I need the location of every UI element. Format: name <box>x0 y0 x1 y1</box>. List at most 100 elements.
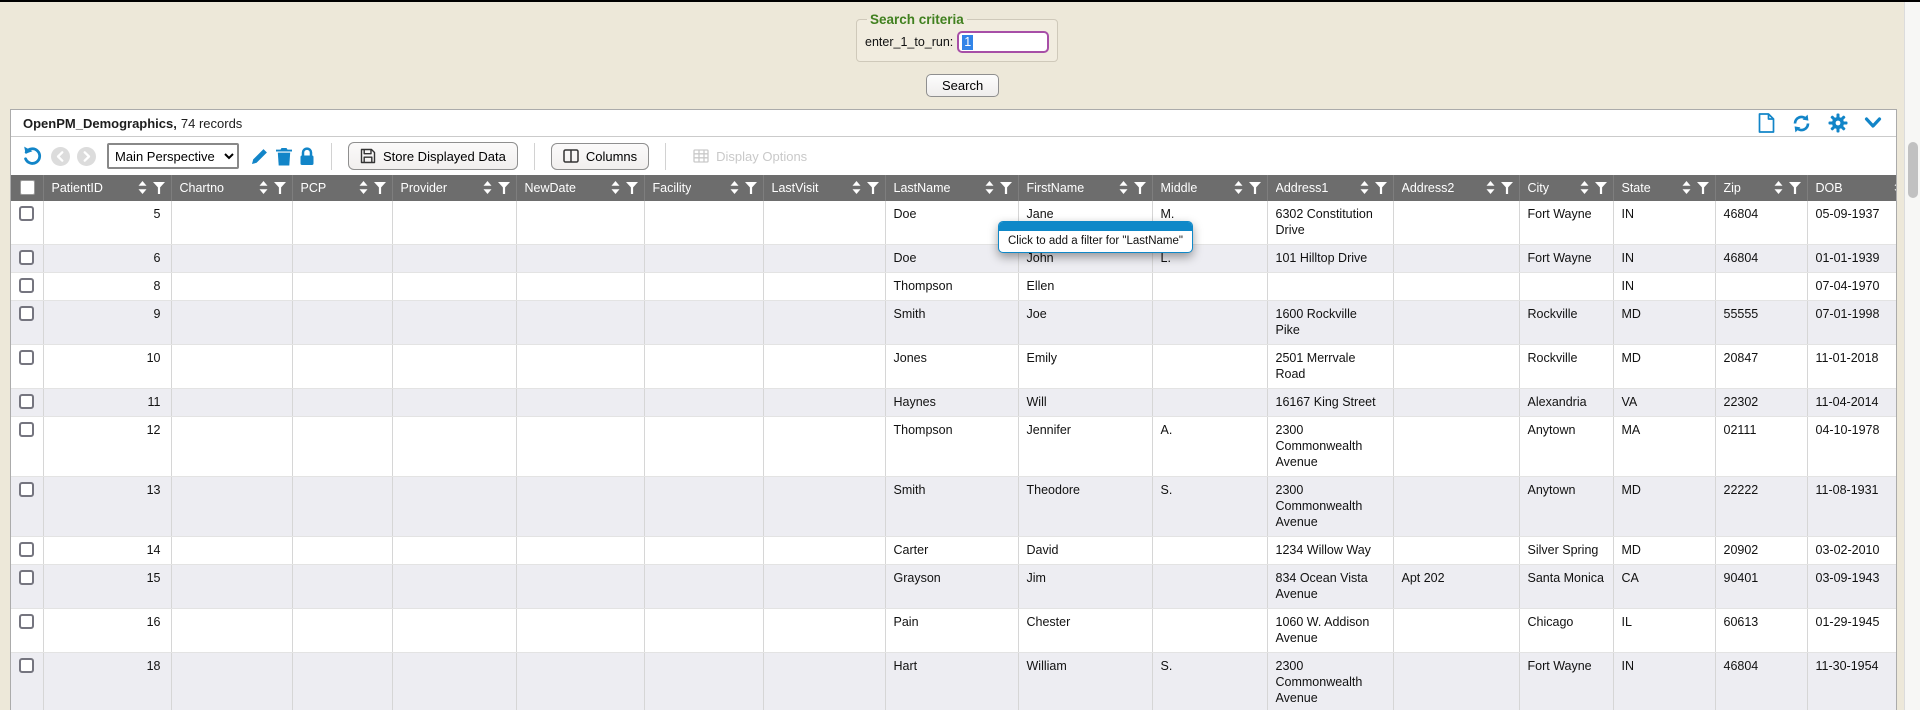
filter-funnel-icon[interactable] <box>867 182 879 194</box>
cell-address1[interactable]: 16167 King Street <box>1267 389 1393 417</box>
store-displayed-data-button[interactable]: Store Displayed Data <box>348 142 518 170</box>
cell-city[interactable]: Chicago <box>1519 609 1613 653</box>
cell-address2[interactable] <box>1393 345 1519 389</box>
cell-patientid[interactable]: 9 <box>43 301 171 345</box>
cell-address1[interactable]: 2300 Commonwealth Avenue <box>1267 653 1393 710</box>
scrollbar-thumb[interactable] <box>1908 142 1918 198</box>
filter-funnel-icon[interactable] <box>626 182 638 194</box>
row-checkbox[interactable] <box>19 206 34 221</box>
row-select-cell[interactable] <box>11 389 43 417</box>
cell-pcp[interactable] <box>292 245 392 273</box>
cell-state[interactable]: IN <box>1613 653 1715 710</box>
cell-lastvisit[interactable] <box>763 389 885 417</box>
cell-newdate[interactable] <box>516 477 644 537</box>
cell-address1[interactable] <box>1267 273 1393 301</box>
cell-state[interactable]: MD <box>1613 345 1715 389</box>
cell-lastvisit[interactable] <box>763 537 885 565</box>
filter-funnel-icon[interactable] <box>745 182 757 194</box>
cell-provider[interactable] <box>392 245 516 273</box>
filter-funnel-icon[interactable] <box>1000 182 1012 194</box>
cell-dob[interactable]: 01-01-1939 <box>1807 245 1896 273</box>
cell-state[interactable]: CA <box>1613 565 1715 609</box>
cell-dob[interactable]: 03-02-2010 <box>1807 537 1896 565</box>
row-checkbox[interactable] <box>19 394 34 409</box>
cell-patientid[interactable]: 5 <box>43 201 171 245</box>
cell-zip[interactable]: 20902 <box>1715 537 1807 565</box>
columns-button[interactable]: Columns <box>551 143 649 170</box>
cell-address1[interactable]: 1600 Rockville Pike <box>1267 301 1393 345</box>
cell-facility[interactable] <box>644 201 763 245</box>
cell-state[interactable]: IN <box>1613 245 1715 273</box>
cell-chartno[interactable] <box>171 245 292 273</box>
cell-chartno[interactable] <box>171 477 292 537</box>
column-header-dob[interactable]: DOB <box>1807 175 1896 201</box>
perspective-select[interactable]: Main Perspective <box>107 143 239 169</box>
cell-dob[interactable]: 07-01-1998 <box>1807 301 1896 345</box>
cell-provider[interactable] <box>392 273 516 301</box>
collapse-chevron-icon[interactable] <box>1864 117 1882 129</box>
cell-provider[interactable] <box>392 565 516 609</box>
cell-lastname[interactable]: Jones <box>885 345 1018 389</box>
cell-address1[interactable]: 2300 Commonwealth Avenue <box>1267 477 1393 537</box>
row-select-cell[interactable] <box>11 477 43 537</box>
cell-patientid[interactable]: 6 <box>43 245 171 273</box>
cell-middle[interactable] <box>1152 609 1267 653</box>
cell-city[interactable]: Rockville <box>1519 345 1613 389</box>
cell-city[interactable]: Fort Wayne <box>1519 201 1613 245</box>
cell-city[interactable]: Anytown <box>1519 417 1613 477</box>
sort-icon[interactable] <box>611 181 620 194</box>
cell-lastvisit[interactable] <box>763 201 885 245</box>
column-header-address1[interactable]: Address1 <box>1267 175 1393 201</box>
sort-icon[interactable] <box>1486 181 1495 194</box>
cell-chartno[interactable] <box>171 273 292 301</box>
filter-funnel-icon[interactable] <box>1375 182 1387 194</box>
cell-chartno[interactable] <box>171 565 292 609</box>
cell-address1[interactable]: 1234 Willow Way <box>1267 537 1393 565</box>
cell-zip[interactable]: 46804 <box>1715 245 1807 273</box>
delete-trash-icon[interactable] <box>276 147 292 166</box>
cell-zip[interactable]: 22222 <box>1715 477 1807 537</box>
column-header-provider[interactable]: Provider <box>392 175 516 201</box>
cell-city[interactable]: Rockville <box>1519 301 1613 345</box>
sort-icon[interactable] <box>1774 181 1783 194</box>
cell-state[interactable]: MD <box>1613 301 1715 345</box>
cell-zip[interactable]: 55555 <box>1715 301 1807 345</box>
undo-icon[interactable] <box>21 145 44 167</box>
lock-icon[interactable] <box>299 147 315 166</box>
cell-firstname[interactable]: Will <box>1018 389 1152 417</box>
cell-facility[interactable] <box>644 301 763 345</box>
cell-address2[interactable] <box>1393 245 1519 273</box>
sort-icon[interactable] <box>1580 181 1589 194</box>
cell-provider[interactable] <box>392 301 516 345</box>
cell-firstname[interactable]: Chester <box>1018 609 1152 653</box>
cell-provider[interactable] <box>392 389 516 417</box>
row-checkbox[interactable] <box>19 350 34 365</box>
cell-middle[interactable] <box>1152 537 1267 565</box>
refresh-icon[interactable] <box>1791 114 1812 133</box>
cell-chartno[interactable] <box>171 201 292 245</box>
column-header-address2[interactable]: Address2 <box>1393 175 1519 201</box>
sort-icon[interactable] <box>359 181 368 194</box>
cell-zip[interactable]: 90401 <box>1715 565 1807 609</box>
cell-dob[interactable]: 07-04-1970 <box>1807 273 1896 301</box>
cell-facility[interactable] <box>644 389 763 417</box>
cell-facility[interactable] <box>644 345 763 389</box>
cell-middle[interactable] <box>1152 389 1267 417</box>
cell-address1[interactable]: 1060 W. Addison Avenue <box>1267 609 1393 653</box>
cell-chartno[interactable] <box>171 609 292 653</box>
cell-city[interactable]: Fort Wayne <box>1519 653 1613 710</box>
column-header-city[interactable]: City <box>1519 175 1613 201</box>
cell-dob[interactable]: 11-08-1931 <box>1807 477 1896 537</box>
cell-address2[interactable] <box>1393 537 1519 565</box>
cell-facility[interactable] <box>644 537 763 565</box>
cell-address2[interactable] <box>1393 389 1519 417</box>
column-header-facility[interactable]: Facility <box>644 175 763 201</box>
column-header-state[interactable]: State <box>1613 175 1715 201</box>
cell-lastname[interactable]: Smith <box>885 301 1018 345</box>
cell-city[interactable] <box>1519 273 1613 301</box>
cell-zip[interactable]: 22302 <box>1715 389 1807 417</box>
sort-icon[interactable] <box>1234 181 1243 194</box>
cell-newdate[interactable] <box>516 201 644 245</box>
cell-pcp[interactable] <box>292 537 392 565</box>
row-select-cell[interactable] <box>11 565 43 609</box>
